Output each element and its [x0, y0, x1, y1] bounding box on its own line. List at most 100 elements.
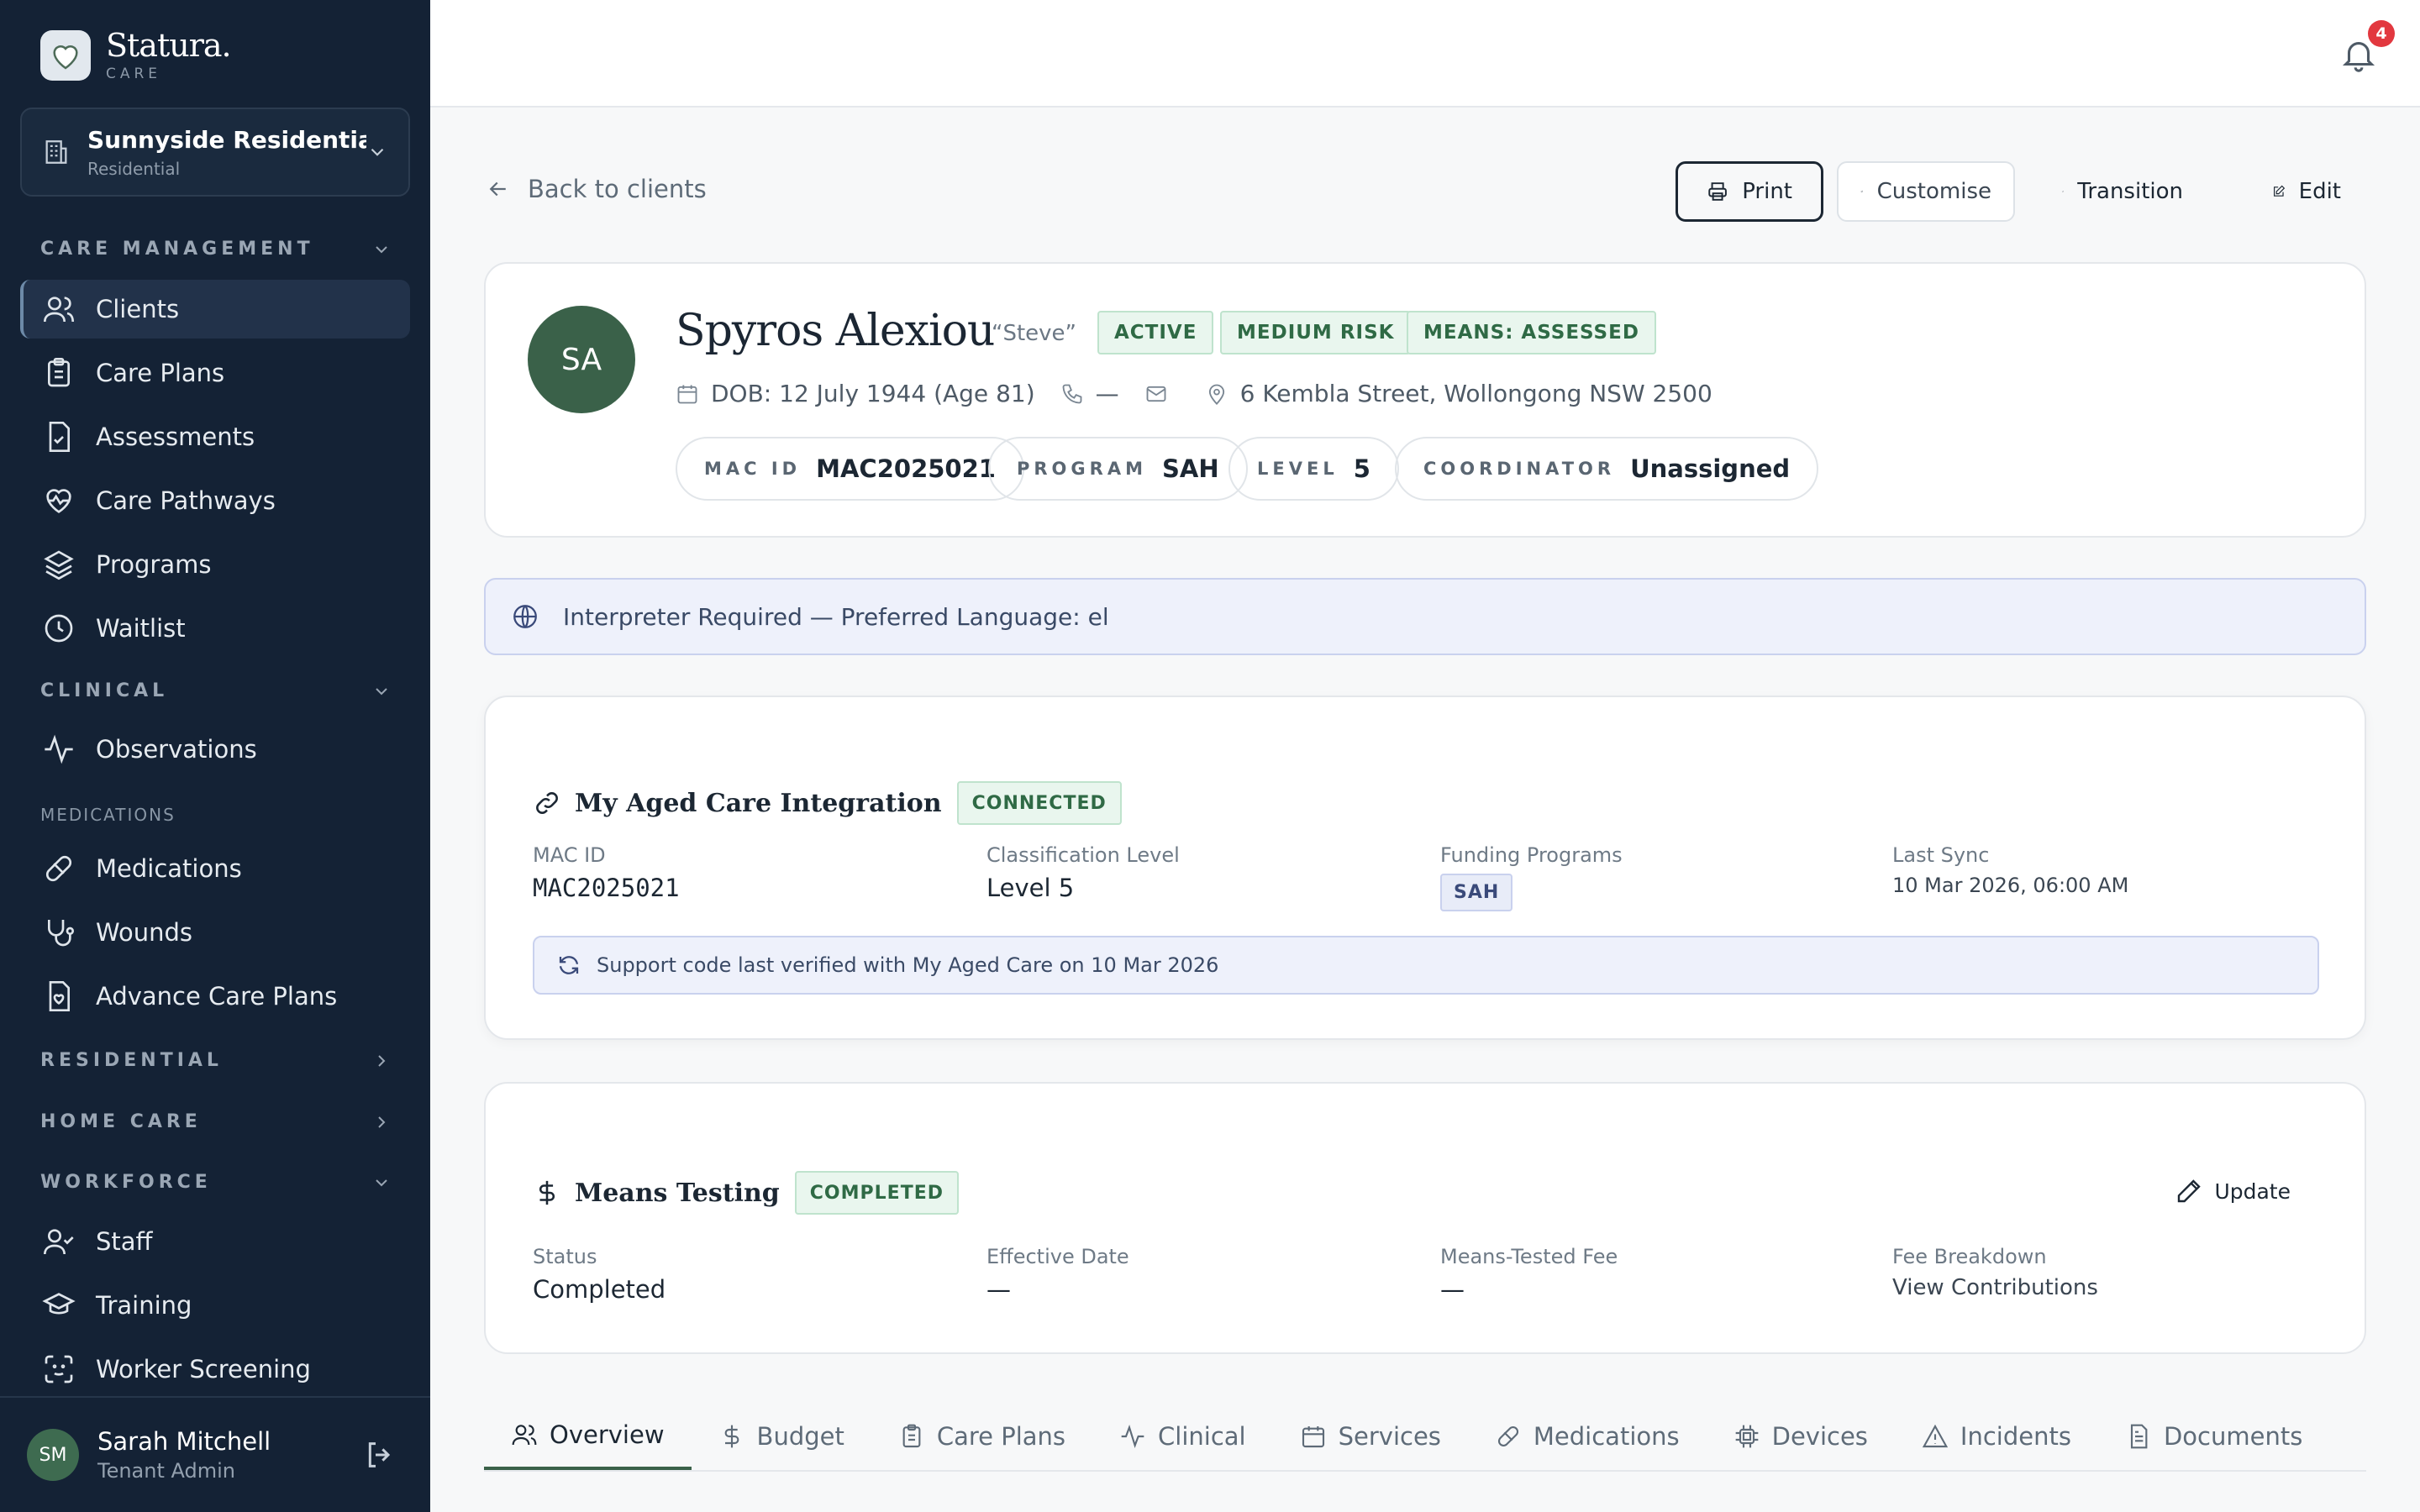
- section-home-care-label: HOME CARE: [40, 1111, 202, 1132]
- sidebar-item-label: Observations: [96, 735, 257, 764]
- classification-field: Classification Level Level 5: [986, 843, 1180, 902]
- pill-label: COORDINATOR: [1423, 459, 1616, 479]
- support-code-text: Support code last verified with My Aged …: [597, 953, 1219, 977]
- pencil-icon: [2178, 1179, 2202, 1203]
- sidebar-item-programs[interactable]: Programs: [20, 535, 410, 594]
- section-workforce-label: WORKFORCE: [40, 1172, 212, 1193]
- tab-budget[interactable]: Budget: [692, 1403, 871, 1470]
- users-icon: [44, 297, 74, 323]
- tab-medications[interactable]: Medications: [1468, 1403, 1707, 1470]
- means-tested-fee-field: Means-Tested Fee —: [1440, 1245, 1618, 1304]
- file-heart-icon: [49, 981, 70, 1011]
- print-button[interactable]: Print: [1676, 161, 1823, 222]
- chevron-down-icon: [376, 687, 387, 695]
- interpreter-banner: Interpreter Required — Preferred Languag…: [484, 578, 2366, 655]
- mac-id-pill: MAC ID MAC2025021: [676, 437, 1024, 501]
- clipboard-icon: [48, 358, 70, 387]
- section-residential[interactable]: RESIDENTIAL: [40, 1050, 392, 1071]
- mail-icon: [1146, 386, 1166, 402]
- sidebar-item-care-plans[interactable]: Care Plans: [20, 344, 410, 402]
- client-address-text: 6 Kembla Street, Wollongong NSW 2500: [1239, 380, 1712, 407]
- section-workforce[interactable]: WORKFORCE: [40, 1172, 392, 1193]
- section-home-care[interactable]: HOME CARE: [40, 1111, 392, 1132]
- app-root: Statura. CARE Sunnyside Residentia... Re…: [0, 0, 2420, 1512]
- section-care-management[interactable]: CARE MANAGEMENT: [40, 239, 392, 260]
- field-value: Completed: [533, 1275, 666, 1304]
- tab-incidents[interactable]: Incidents: [1895, 1403, 2098, 1470]
- client-avatar: SA: [528, 306, 635, 413]
- section-clinical-label: CLINICAL: [40, 680, 169, 701]
- globe-icon: [513, 605, 537, 628]
- client-email[interactable]: [1144, 382, 1180, 406]
- tab-documents[interactable]: Documents: [2098, 1403, 2329, 1470]
- facility-selector[interactable]: Sunnyside Residentia... Residential: [20, 108, 410, 197]
- calendar-icon: [1302, 1426, 1324, 1448]
- status-badge: ACTIVE: [1097, 311, 1214, 354]
- mac-title-text: My Aged Care Integration: [575, 788, 942, 818]
- sidebar-item-label: Care Pathways: [96, 486, 276, 515]
- tab-devices[interactable]: Devices: [1707, 1403, 1895, 1470]
- client-phone[interactable]: —: [1060, 380, 1119, 407]
- back-to-clients-link[interactable]: Back to clients: [486, 175, 707, 203]
- client-dob: DOB: 12 July 1944 (Age 81): [676, 380, 1035, 407]
- sidebar-item-worker-screening[interactable]: Worker Screening: [20, 1340, 410, 1399]
- section-clinical[interactable]: CLINICAL: [40, 680, 392, 701]
- section-care-management-label: CARE MANAGEMENT: [40, 239, 314, 260]
- user-profile[interactable]: SM Sarah Mitchell Tenant Admin: [0, 1396, 430, 1512]
- calendar-icon: [677, 385, 697, 403]
- sidebar-item-label: Staff: [96, 1227, 153, 1256]
- tab-label: Devices: [1771, 1422, 1868, 1451]
- tab-services[interactable]: Services: [1273, 1403, 1468, 1470]
- sidebar-item-waitlist[interactable]: Waitlist: [20, 599, 410, 658]
- pill-value: MAC2025021: [816, 454, 996, 483]
- customise-button[interactable]: Customise: [1837, 161, 2015, 222]
- sidebar-item-clients[interactable]: Clients: [20, 280, 410, 339]
- brand-logo[interactable]: Statura. CARE: [40, 29, 232, 82]
- field-label: Means-Tested Fee: [1440, 1245, 1618, 1268]
- sidebar: Statura. CARE Sunnyside Residentia... Re…: [0, 0, 430, 1512]
- tab-care-plans[interactable]: Care Plans: [871, 1403, 1092, 1470]
- pill-label: MAC ID: [704, 459, 802, 479]
- sidebar-item-staff[interactable]: Staff: [20, 1212, 410, 1271]
- file-text-icon: [2130, 1424, 2148, 1449]
- sidebar-item-training[interactable]: Training: [20, 1276, 410, 1335]
- activity-icon: [45, 734, 73, 764]
- dollar-icon: [539, 1180, 555, 1205]
- edit-button[interactable]: Edit: [2244, 161, 2370, 222]
- tab-clinical[interactable]: Clinical: [1092, 1403, 1273, 1470]
- cpu-icon: [1735, 1425, 1758, 1448]
- field-label: Classification Level: [986, 843, 1180, 867]
- client-summary-card: SA Spyros Alexiou “Steve” ACTIVE MEDIUM …: [484, 262, 2366, 538]
- users-icon: [512, 1425, 537, 1446]
- mac-title: My Aged Care Integration CONNECTED: [533, 781, 1122, 825]
- sidebar-item-medications[interactable]: Medications: [20, 839, 410, 898]
- interpreter-text: Interpreter Required — Preferred Languag…: [563, 602, 1109, 631]
- field-value: 10 Mar 2026, 06:00 AM: [1892, 874, 2129, 897]
- sidebar-item-label: Programs: [96, 550, 212, 579]
- view-contributions-link[interactable]: View Contributions: [1892, 1275, 2098, 1300]
- sidebar-item-label: Assessments: [96, 423, 255, 451]
- sidebar-item-advance-care-plans[interactable]: Advance Care Plans: [20, 967, 410, 1026]
- logout-icon[interactable]: [363, 1438, 397, 1472]
- sidebar-item-assessments[interactable]: Assessments: [20, 407, 410, 466]
- field-label: Fee Breakdown: [1892, 1245, 2047, 1268]
- sidebar-item-wounds[interactable]: Wounds: [20, 903, 410, 962]
- field-value: —: [986, 1275, 1011, 1304]
- support-code-notice: Support code last verified with My Aged …: [533, 936, 2319, 995]
- sidebar-item-observations[interactable]: Observations: [20, 720, 410, 779]
- user-role: Tenant Admin: [97, 1459, 236, 1483]
- facility-type: Residential: [87, 158, 181, 179]
- client-meta-row: DOB: 12 July 1944 (Age 81) — 6 Kembla St…: [676, 380, 1738, 407]
- tab-overview[interactable]: Overview: [484, 1403, 692, 1470]
- dollar-icon: [724, 1425, 739, 1448]
- sidebar-item-care-pathways[interactable]: Care Pathways: [20, 471, 410, 530]
- means-title: Means Testing COMPLETED: [533, 1171, 959, 1215]
- update-button[interactable]: Update: [2175, 1178, 2291, 1205]
- arrow-left-icon: [489, 181, 506, 197]
- avatar: SM: [27, 1429, 79, 1481]
- field-value: MAC2025021: [533, 874, 680, 902]
- connected-badge: CONNECTED: [956, 781, 1122, 825]
- tab-label: Medications: [1533, 1422, 1680, 1451]
- client-address: 6 Kembla Street, Wollongong NSW 2500: [1205, 380, 1712, 407]
- transition-button[interactable]: Transition: [2033, 161, 2212, 222]
